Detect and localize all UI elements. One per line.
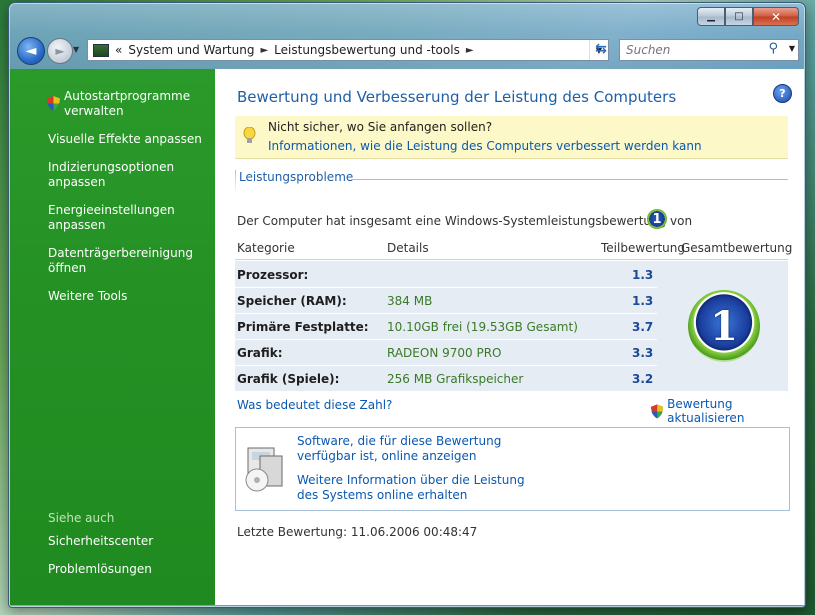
sidebar-item-disk-cleanup[interactable]: Datenträgerbereinigung öffnen	[48, 246, 193, 276]
back-button[interactable]: ◄	[17, 37, 45, 65]
search-icon[interactable]: ⚲	[768, 41, 778, 56]
info-bar: Nicht sicher, wo Sie anfangen sollen? In…	[235, 116, 788, 159]
uac-shield-icon	[651, 403, 664, 419]
breadcrumb-overflow[interactable]: «	[115, 43, 122, 57]
row-category: Grafik:	[237, 346, 283, 360]
software-link-line[interactable]: verfügbar ist, online anzeigen	[297, 449, 477, 463]
uac-shield-icon	[47, 96, 60, 111]
minimize-button[interactable]: ▁	[697, 7, 725, 26]
last-rating-timestamp: Letzte Bewertung: 11.06.2006 00:48:47	[237, 525, 478, 539]
column-header-details: Details	[387, 241, 429, 255]
close-button[interactable]: ✕	[753, 7, 799, 26]
software-box-icon	[245, 447, 283, 492]
search-input[interactable]	[624, 42, 768, 58]
more-info-online-link[interactable]: Weitere Information über die Leistung de…	[297, 473, 525, 503]
row-category: Grafik (Spiele):	[237, 372, 340, 386]
breadcrumb-chevron-icon[interactable]: ►	[260, 45, 268, 56]
update-rating-label[interactable]: Bewertung aktualisieren	[667, 397, 804, 425]
more-info-link-line[interactable]: des Systems online erhalten	[297, 488, 467, 502]
search-dropdown-icon[interactable]: ▼	[789, 44, 795, 53]
table-row: Grafik: RADEON 9700 PRO 3.3	[235, 341, 657, 366]
row-category: Speicher (RAM):	[237, 294, 347, 308]
column-header-subscore: Teilbewertung	[601, 241, 686, 255]
info-question: Nicht sicher, wo Sie anfangen sollen?	[268, 120, 493, 134]
row-details: RADEON 9700 PRO	[387, 346, 502, 360]
column-header-category: Kategorie	[237, 241, 295, 255]
help-icon[interactable]: ?	[773, 84, 792, 103]
sidebar-item-troubleshooting[interactable]: Problemlösungen	[48, 562, 152, 577]
row-score: 3.2	[632, 372, 654, 386]
main-content: Bewertung und Verbesserung der Leistung …	[215, 69, 804, 605]
score-summary: Der Computer hat insgesamt eine Windows-…	[237, 214, 693, 228]
maximize-button[interactable]: □	[725, 7, 753, 26]
more-info-link-line[interactable]: Weitere Information über die Leistung	[297, 473, 525, 487]
table-row: Prozessor: 1.3	[235, 263, 657, 288]
row-score: 3.7	[632, 320, 654, 334]
table-row: Primäre Festplatte: 10.10GB frei (19.53G…	[235, 315, 657, 340]
column-header-base-score: Gesamtbewertung	[681, 241, 793, 255]
row-category: Prozessor:	[237, 268, 309, 282]
score-badge-small: 1	[647, 209, 667, 229]
sidebar-item-indexing[interactable]: Indizierungsoptionen anpassen	[48, 160, 198, 190]
sidebar-item-more-tools[interactable]: Weitere Tools	[48, 289, 127, 304]
update-rating-link[interactable]: Bewertung aktualisieren	[651, 397, 804, 425]
online-info-box: Software, die für diese Bewertung verfüg…	[235, 427, 790, 511]
row-details: 10.10GB frei (19.53GB Gesamt)	[387, 320, 578, 334]
control-panel-icon	[93, 43, 109, 57]
what-does-score-mean-link[interactable]: Was bedeutet diese Zahl?	[237, 398, 392, 412]
task-pane: Autostartprogramme verwalten Visuelle Ef…	[10, 69, 215, 605]
window: ▁ □ ✕ ◄ ► ▼ « System und Wartung ► Leist…	[8, 2, 806, 608]
caption-buttons: ▁ □ ✕	[697, 7, 799, 26]
table-row: Grafik (Spiele): 256 MB Grafikspeicher 3…	[235, 367, 657, 391]
table-row: Speicher (RAM): 384 MB 1.3	[235, 289, 657, 314]
header-divider	[235, 259, 788, 260]
lightbulb-icon	[243, 127, 256, 143]
row-score: 1.3	[632, 294, 654, 308]
sidebar-item-autostart[interactable]: Autostartprogramme verwalten	[64, 89, 215, 119]
address-bar[interactable]: « System und Wartung ► Leistungsbewertun…	[87, 39, 609, 61]
section-title: Leistungsprobleme	[239, 170, 354, 184]
sidebar-item-power[interactable]: Energieeinstellungen anpassen	[48, 203, 198, 233]
section-divider	[235, 170, 236, 194]
base-score-badge: 1	[688, 290, 760, 362]
row-details: 256 MB Grafikspeicher	[387, 372, 524, 386]
row-details: 384 MB	[387, 294, 433, 308]
navigation-bar: ◄ ► ▼ « System und Wartung ► Leistungsbe…	[13, 37, 801, 65]
row-score: 3.3	[632, 346, 654, 360]
refresh-icon[interactable]: ⇆	[589, 39, 613, 59]
sidebar-item-security-center[interactable]: Sicherheitscenter	[48, 534, 153, 549]
breadcrumb-leistungsbewertung[interactable]: Leistungsbewertung und -tools	[274, 43, 460, 57]
row-category: Primäre Festplatte:	[237, 320, 369, 334]
software-online-link[interactable]: Software, die für diese Bewertung verfüg…	[297, 434, 501, 464]
sidebar-item-visual-effects[interactable]: Visuelle Effekte anpassen	[48, 132, 202, 147]
recent-pages-dropdown-icon[interactable]: ▼	[73, 45, 79, 54]
row-score: 1.3	[632, 268, 654, 282]
see-also-heading: Siehe auch	[48, 511, 115, 525]
software-link-line[interactable]: Software, die für diese Bewertung	[297, 434, 501, 448]
breadcrumb-chevron-icon[interactable]: ►	[466, 45, 474, 56]
breadcrumb-system-wartung[interactable]: System und Wartung	[128, 43, 254, 57]
section-divider	[351, 179, 788, 180]
search-box[interactable]: ⚲ ▼	[619, 39, 799, 61]
forward-button[interactable]: ►	[47, 38, 73, 64]
improve-performance-link[interactable]: Informationen, wie die Leistung des Comp…	[268, 139, 702, 153]
page-title: Bewertung und Verbesserung der Leistung …	[237, 88, 677, 106]
